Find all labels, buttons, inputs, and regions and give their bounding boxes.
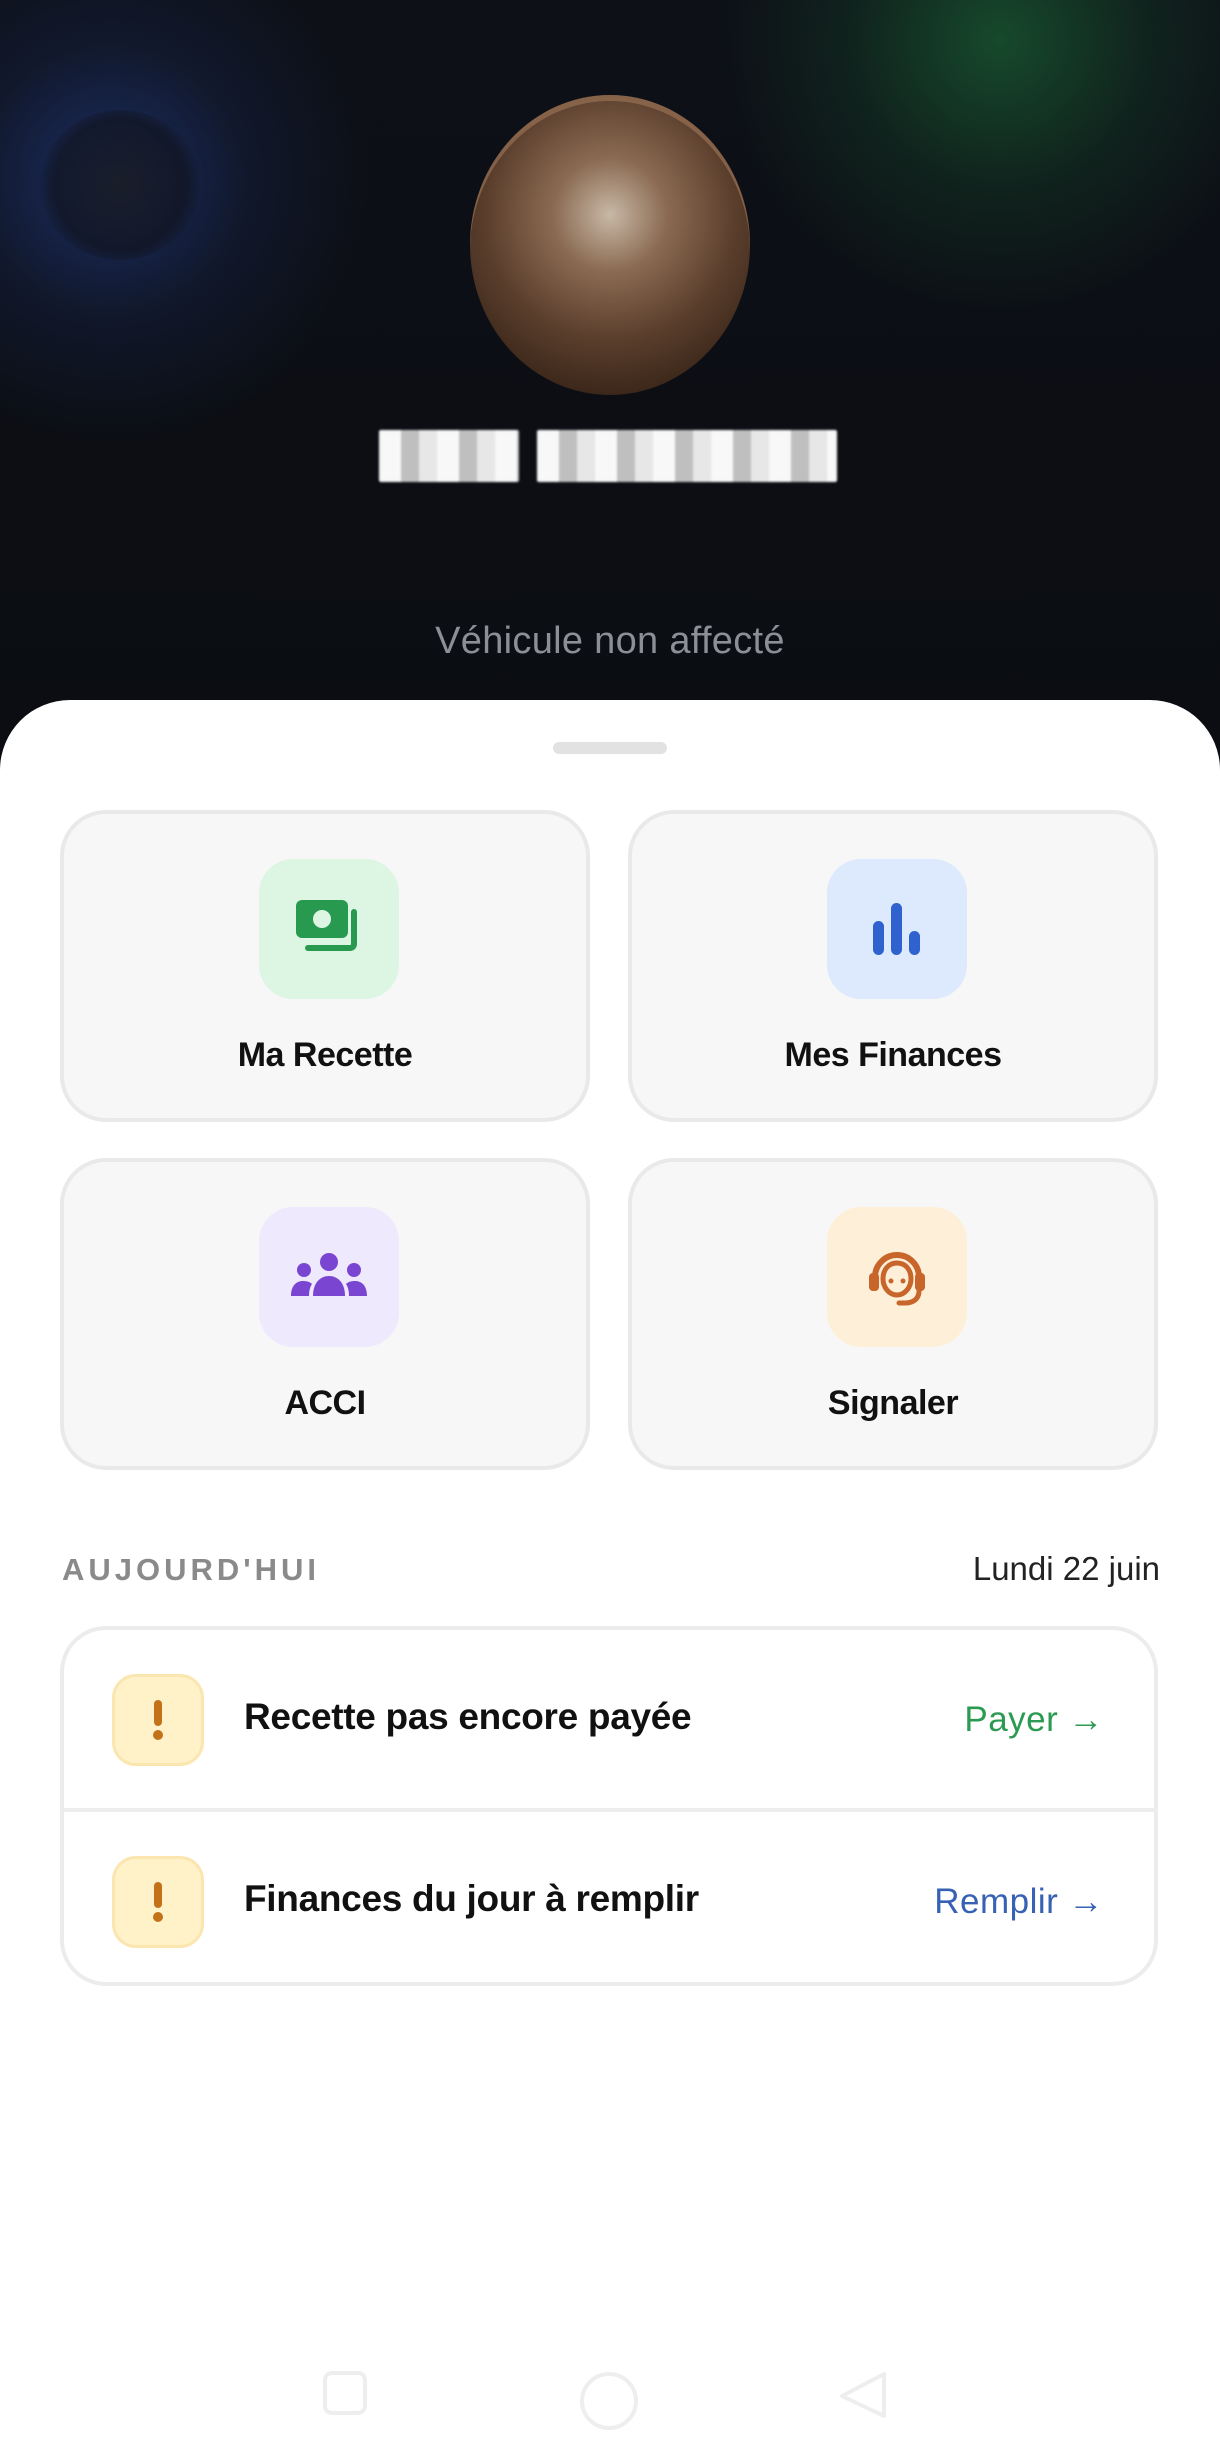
tile-ma-recette[interactable]: Ma Recette: [60, 810, 590, 1122]
warning-icon: [112, 1856, 204, 1948]
task-row[interactable]: Finances du jour à remplir Remplir →: [64, 1808, 1154, 1982]
fill-button[interactable]: Remplir →: [934, 1882, 1104, 1922]
tile-label: ACCI: [284, 1384, 366, 1422]
tile-label: Signaler: [827, 1384, 959, 1422]
today-tasks-card: Recette pas encore payée Payer → Finance…: [60, 1626, 1158, 1986]
tile-signaler[interactable]: Signaler: [628, 1158, 1158, 1470]
tile-icon-bg: [259, 1207, 399, 1347]
task-text: Recette pas encore payée: [244, 1696, 692, 1737]
avatar[interactable]: [470, 95, 750, 395]
tile-icon-bg: [827, 859, 967, 999]
tile-mes-finances[interactable]: Mes Finances: [628, 810, 1158, 1122]
home-nav-icon[interactable]: [578, 2370, 640, 2432]
tile-label: Mes Finances: [784, 1036, 1002, 1074]
task-row[interactable]: Recette pas encore payée Payer →: [64, 1630, 1154, 1808]
redacted-block: [378, 430, 519, 482]
driver-name-redacted: [370, 425, 845, 487]
profile-header: Véhicule non affecté: [0, 0, 1220, 760]
tile-icon-bg: [259, 859, 399, 999]
warning-icon: [112, 1674, 204, 1766]
tile-icon-bg: [827, 1207, 967, 1347]
tile-label: Ma Recette: [237, 1036, 413, 1074]
money-icon: [296, 900, 357, 951]
back-nav-icon[interactable]: [838, 2370, 888, 2420]
support-agent-icon: [869, 1252, 925, 1306]
bar-chart-icon: [873, 903, 920, 955]
vehicle-status: Véhicule non affecté: [435, 620, 785, 662]
task-text: Finances du jour à remplir: [244, 1878, 699, 1919]
section-title-today: AUJOURD'HUI: [62, 1552, 321, 1587]
pay-button[interactable]: Payer →: [964, 1700, 1104, 1740]
today-date: Lundi 22 juin: [972, 1550, 1160, 1587]
tile-acci[interactable]: ACCI: [60, 1158, 590, 1470]
square-nav-icon[interactable]: [322, 2370, 368, 2416]
background-blob: [40, 110, 200, 260]
group-icon: [291, 1253, 367, 1296]
system-nav-bar: [0, 2340, 1220, 2459]
sheet-handle[interactable]: [553, 742, 667, 754]
screen: Véhicule non affecté Ma Recette Mes Fina…: [0, 0, 1220, 2459]
bottom-sheet: Ma Recette Mes Finances ACCI Signaler AU…: [0, 700, 1220, 2459]
redacted-block: [536, 430, 837, 482]
